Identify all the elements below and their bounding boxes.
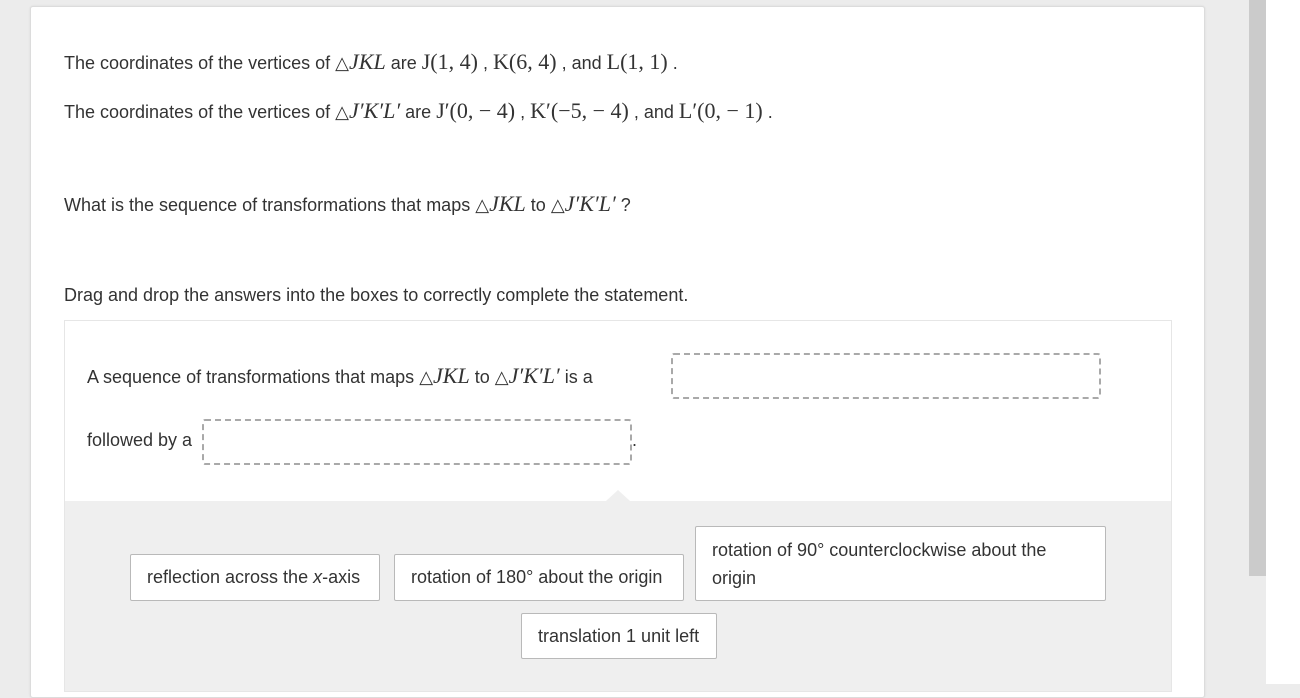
vertex-l-prime: L′(0, − 1) [678,98,763,123]
text: , [520,102,526,122]
triangle-symbol: △ [550,195,565,216]
vertex-j-prime: J′(0, − 4) [436,98,516,123]
triangle-name: JKL [489,191,526,216]
statement-line-2: followed by a [87,430,193,450]
answer-tile-reflection-x-axis[interactable]: reflection across the x-axis [130,554,380,601]
tray-pointer-arrow [606,490,630,501]
triangle-symbol: △ [335,102,350,123]
vertex-j: J(1, 4) [421,49,478,74]
triangle-name: J′K′L′ [349,98,401,123]
text: What is the sequence of transformations … [64,195,471,215]
triangle-symbol: △ [335,53,350,74]
vertex-k: K(6, 4) [493,49,557,74]
instruction-text: Drag and drop the answers into the boxes… [64,285,689,305]
answer-tile-translation-left[interactable]: translation 1 unit left [521,613,717,659]
text: ? [620,195,631,215]
scrollbar-thumb[interactable] [1249,0,1266,576]
text: A sequence of transformations that maps [87,367,415,387]
text: rotation of 90° counterclockwise about t… [712,540,1047,588]
question-line-2: The coordinates of the vertices of △J′K′… [64,98,773,124]
text: x [313,567,323,587]
triangle-name: J′K′L′ [508,363,560,388]
triangle-name: JKL [433,363,470,388]
triangle-name: J′K′L′ [564,191,616,216]
text: . [767,102,773,122]
text: to [474,367,490,387]
text: The coordinates of the vertices of [64,102,331,122]
triangle-symbol: △ [494,367,509,388]
answer-tile-rotation-90-ccw[interactable]: rotation of 90° counterclockwise about t… [695,526,1106,601]
triangle-symbol: △ [419,367,434,388]
text: is a [564,367,593,387]
text: are [405,102,432,122]
drop-target-1[interactable] [671,353,1101,399]
statement-period: . [632,430,638,450]
text: reflection across the [147,567,314,587]
vertex-k-prime: K′(−5, − 4) [530,98,629,123]
question-card: The coordinates of the vertices of △JKL … [30,6,1205,698]
vertex-l: L(1, 1) [606,49,668,74]
text: are [390,53,417,73]
text: . [672,53,678,73]
answer-tray: reflection across the x-axis rotation of… [65,490,1171,691]
triangle-name: JKL [349,49,386,74]
window-edge [1266,0,1300,684]
answer-tile-rotation-180[interactable]: rotation of 180° about the origin [394,554,684,601]
text: -axis [322,567,361,587]
text: , and [633,102,674,122]
drop-target-2[interactable] [202,419,632,465]
question-line-1: The coordinates of the vertices of △JKL … [64,49,678,75]
text: The coordinates of the vertices of [64,53,331,73]
statement-line-1: A sequence of transformations that maps … [87,363,593,389]
text: , and [561,53,602,73]
statement-area: A sequence of transformations that maps … [64,320,1172,692]
text: , [482,53,488,73]
question-prompt: What is the sequence of transformations … [64,191,631,217]
text: to [530,195,546,215]
triangle-symbol: △ [475,195,490,216]
